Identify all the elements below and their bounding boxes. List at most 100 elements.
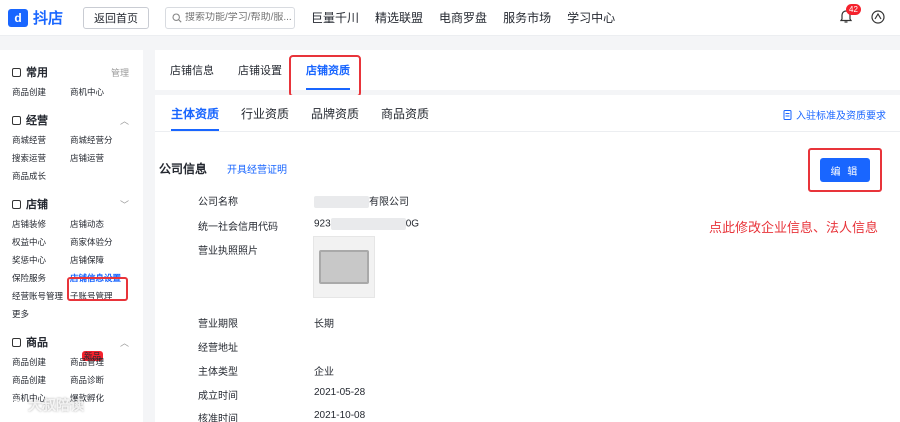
sidebar-group-common: 常用 管理 商品创建 商机中心 [0, 62, 143, 98]
watermark-logo-icon [8, 398, 22, 412]
sidebar-item[interactable]: 商城经营分 [70, 134, 136, 146]
requirement-link[interactable]: 入驻标准及资质要求 [783, 107, 886, 122]
nav-service-market[interactable]: 服务市场 [503, 9, 551, 26]
chevron-down-icon[interactable]: ﹀ [120, 198, 129, 211]
field-value-company-name: 有限公司 [314, 193, 409, 209]
sidebar-item[interactable]: 保险服务 [12, 272, 70, 284]
field-label-company-name: 公司名称 [198, 197, 238, 208]
top-bar: d 抖店 返回首页 巨量千川 精选联盟 电商罗盘 服务市场 学习中心 42 [0, 0, 900, 36]
sidebar-group-header[interactable]: 常用 管理 [12, 62, 143, 82]
home-button[interactable]: 返回首页 [83, 6, 150, 29]
logo[interactable]: d 抖店 [8, 7, 63, 28]
field-label-approved: 核准时间 [198, 414, 238, 422]
tab-store-settings[interactable]: 店铺设置 [238, 62, 282, 90]
logo-icon: d [8, 8, 28, 27]
redacted-block [314, 196, 369, 209]
sidebar-item[interactable]: 经营账号管理 [12, 290, 70, 302]
sidebar-group-title: 经营 [26, 115, 48, 127]
sidebar-item-more[interactable]: 更多 [12, 308, 70, 320]
logo-text: 抖店 [33, 10, 64, 27]
tab-brand-qualification[interactable]: 品牌资质 [311, 105, 359, 131]
notification-badge: 42 [846, 4, 861, 15]
watermark-text: 大叔陪读 [28, 397, 84, 413]
field-value-approved: 2021-10-08 [314, 410, 366, 421]
highlight-box [289, 55, 361, 97]
main-content: 店铺信息 店铺设置 店铺资质 主体资质 行业资质 品牌资质 商品资质 入驻标准及… [143, 50, 900, 422]
search-input[interactable] [185, 12, 294, 23]
sidebar-group-header[interactable]: 经营 ︿ [12, 110, 143, 130]
highlight-box [67, 277, 128, 301]
annotation-text: 点此修改企业信息、法人信息 [709, 220, 879, 235]
watermark: 大叔陪读 [8, 395, 84, 415]
square-icon [12, 115, 21, 125]
sidebar-item[interactable]: 奖惩中心 [12, 254, 70, 266]
sidebar-item[interactable]: 商品管理 [70, 356, 136, 368]
business-certificate-link[interactable]: 开具经营证明 [227, 161, 287, 176]
sidebar-item[interactable]: 店铺动态 [70, 218, 136, 230]
sidebar-group-store: 店铺 ﹀ 店铺装修 店铺动态 权益中心 商家体验分 奖惩中心 店铺保障 保险服务… [0, 194, 143, 320]
square-icon [12, 67, 21, 77]
sidebar-item[interactable]: 商品创建 [12, 86, 70, 98]
sidebar-item[interactable]: 商机中心 [70, 86, 136, 98]
sidebar-item[interactable]: 商品创建新品 [12, 351, 104, 368]
sidebar-item[interactable]: 权益中心 [12, 236, 70, 248]
nav-learning-center[interactable]: 学习中心 [567, 9, 615, 26]
field-value-credit-code: 923 0G [314, 218, 420, 230]
top-right-tools: 42 [838, 4, 886, 26]
chevron-up-icon[interactable]: ︿ [120, 336, 129, 349]
company-title: 公司信息 [159, 162, 208, 176]
company-header: 公司信息 开具经营证明 [159, 160, 287, 177]
primary-tabs: 店铺信息 店铺设置 店铺资质 [155, 50, 900, 90]
nav-alliance[interactable]: 精选联盟 [375, 9, 423, 26]
search-icon [172, 12, 182, 23]
requirement-link-text: 入驻标准及资质要求 [796, 111, 886, 122]
chevron-up-icon[interactable]: ︿ [120, 114, 129, 127]
field-label-established: 成立时间 [198, 391, 238, 402]
sidebar-group-business: 经营 ︿ 商城经营 商城经营分 搜索运营 店铺运营 商品成长 [0, 110, 143, 182]
field-value-term: 长期 [314, 319, 334, 330]
secondary-tabs: 主体资质 行业资质 品牌资质 商品资质 入驻标准及资质要求 [155, 95, 900, 132]
help-icon[interactable] [870, 9, 886, 25]
sidebar-item[interactable]: 店铺运营 [70, 152, 136, 164]
sidebar-group-header[interactable]: 商品 ︿ [12, 332, 143, 352]
nav-compass[interactable]: 电商罗盘 [439, 9, 487, 26]
qualification-panel: 主体资质 行业资质 品牌资质 商品资质 入驻标准及资质要求 [155, 95, 900, 422]
field-value-entity-type: 企业 [314, 367, 334, 378]
nav-qianchuan[interactable]: 巨量千川 [311, 9, 359, 26]
field-label-credit-code: 统一社会信用代码 [198, 222, 278, 233]
search-box[interactable] [165, 6, 296, 29]
field-label-term: 营业期限 [198, 319, 238, 330]
square-icon [12, 199, 21, 209]
top-nav: 巨量千川 精选联盟 电商罗盘 服务市场 学习中心 [311, 9, 631, 26]
sidebar-item[interactable]: 商品诊断 [70, 374, 136, 386]
sidebar-group-title: 商品 [26, 337, 48, 349]
field-value-established: 2021-05-28 [314, 387, 366, 398]
tab-entity-qualification[interactable]: 主体资质 [171, 105, 220, 131]
business-license-thumbnail[interactable] [313, 236, 375, 298]
sidebar-group-goods: 商品 ︿ 商品创建新品 商品管理 商品创建 商品诊断 商机中心 爆款孵化 [0, 332, 143, 404]
sidebar-item[interactable]: 商城经营 [12, 134, 70, 146]
sidebar-item[interactable]: 商品成长 [12, 170, 70, 182]
sidebar-item[interactable]: 商品创建 [12, 374, 70, 386]
notification-button[interactable]: 42 [838, 4, 861, 26]
field-label-license-photo: 营业执照照片 [198, 246, 258, 257]
document-icon [783, 109, 792, 120]
sidebar-item[interactable]: 店铺装修 [12, 218, 70, 230]
sidebar-item[interactable]: 商家体验分 [70, 236, 136, 248]
tab-store-info[interactable]: 店铺信息 [170, 62, 214, 90]
square-icon [12, 337, 21, 347]
sidebar-group-title: 常用 [26, 67, 48, 79]
license-image [319, 250, 369, 284]
field-label-entity-type: 主体类型 [198, 367, 238, 378]
field-label-address: 经营地址 [198, 343, 238, 354]
sidebar-group-title: 店铺 [26, 199, 48, 211]
sidebar-group-header[interactable]: 店铺 ﹀ [12, 194, 143, 214]
sidebar-item[interactable]: 搜索运营 [12, 152, 70, 164]
tab-industry-qualification[interactable]: 行业资质 [241, 105, 289, 131]
edit-button[interactable]: 编 辑 [820, 158, 870, 182]
tab-goods-qualification[interactable]: 商品资质 [381, 105, 429, 131]
redacted-block [330, 218, 406, 230]
manage-link[interactable]: 管理 [111, 66, 129, 79]
sidebar: 常用 管理 商品创建 商机中心 经营 ︿ 商城经营 商城经营分 搜索运营 店铺运… [0, 50, 143, 422]
sidebar-item[interactable]: 店铺保障 [70, 254, 136, 266]
